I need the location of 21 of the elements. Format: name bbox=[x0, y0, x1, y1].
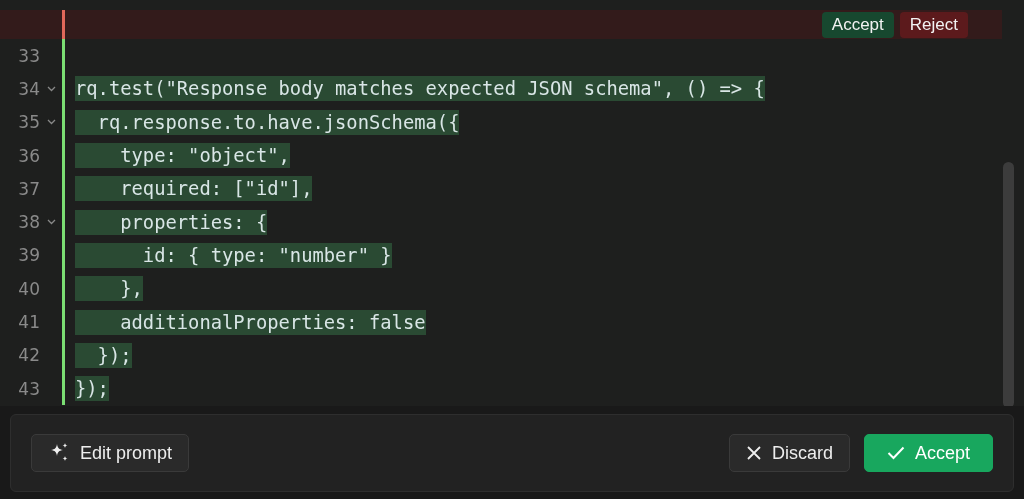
discard-button[interactable]: Discard bbox=[728, 434, 850, 472]
line-number: 39 bbox=[17, 245, 40, 266]
edit-prompt-button[interactable]: Edit prompt bbox=[31, 434, 190, 472]
line-number: 40 bbox=[17, 278, 40, 299]
fold-chevron-icon[interactable] bbox=[46, 119, 56, 126]
accept-button[interactable]: Accept bbox=[821, 11, 894, 38]
line-number: 34 bbox=[17, 78, 40, 99]
line-number: 38 bbox=[17, 212, 40, 233]
line-number: 33 bbox=[17, 45, 40, 66]
line-number: 42 bbox=[17, 345, 40, 366]
line-number: 36 bbox=[17, 145, 40, 166]
scrollbar-thumb[interactable] bbox=[1003, 162, 1014, 406]
line-number: 41 bbox=[17, 312, 40, 332]
line-number: 43 bbox=[17, 378, 40, 399]
line-number: 35 bbox=[17, 112, 40, 133]
fold-chevron-icon[interactable] bbox=[46, 219, 56, 226]
fold-chevron-icon[interactable] bbox=[46, 85, 56, 92]
checkmark-icon bbox=[886, 446, 905, 460]
line-number: 37 bbox=[17, 178, 40, 199]
close-icon bbox=[745, 445, 762, 461]
reject-button[interactable]: Reject bbox=[899, 11, 968, 38]
